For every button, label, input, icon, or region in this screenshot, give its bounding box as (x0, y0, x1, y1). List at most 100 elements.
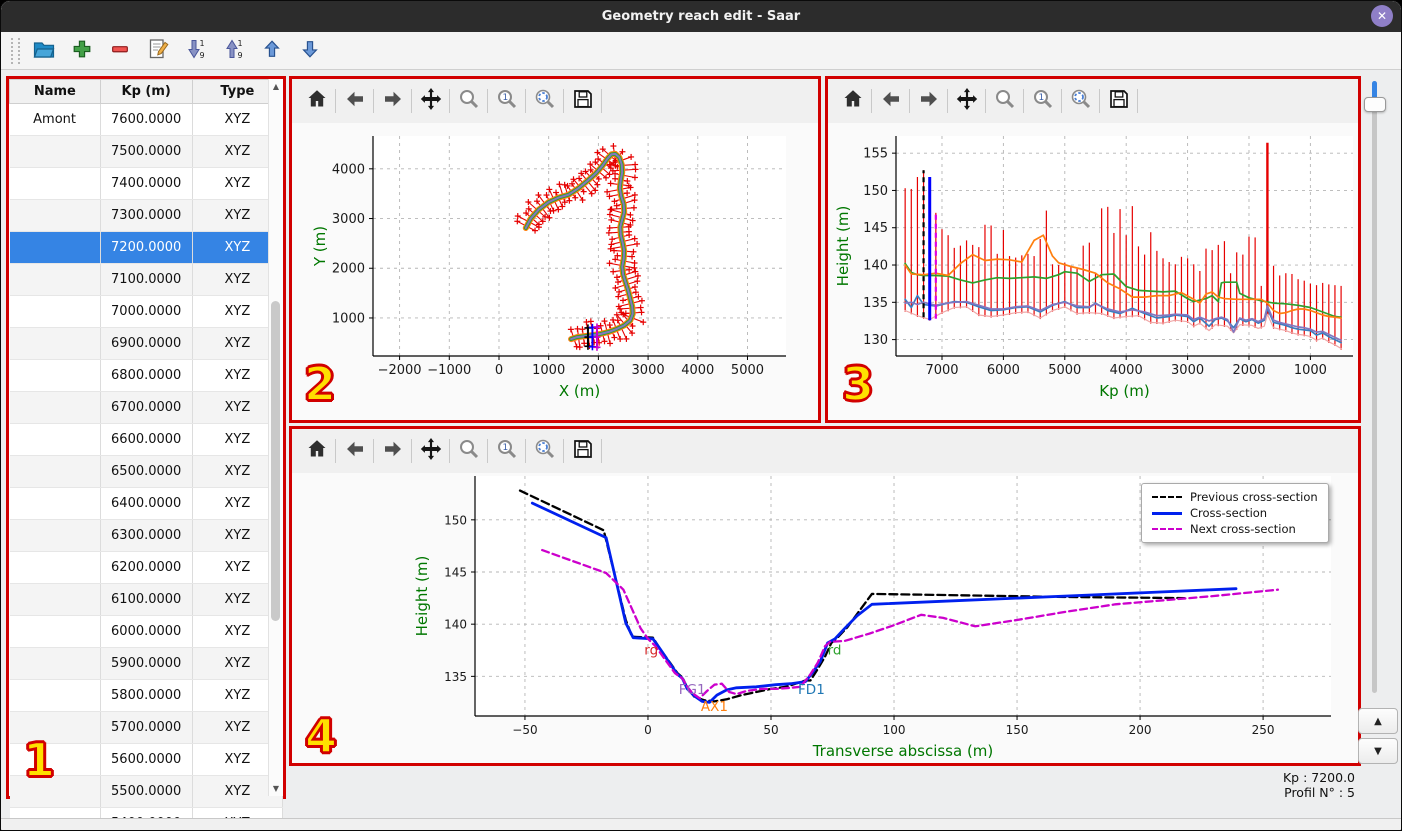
move-profile-down-button[interactable] (296, 37, 323, 64)
zoom-fit-button[interactable] (528, 436, 561, 466)
annotation-badge-1: 1 (22, 733, 56, 787)
move-profile-up-button[interactable] (258, 37, 285, 64)
title-bar[interactable]: Geometry reach edit - Saar ✕ (1, 1, 1401, 32)
scroll-down-icon[interactable]: ▼ (269, 781, 283, 796)
pan-button[interactable] (950, 86, 983, 116)
svg-text:Height (m): Height (m) (413, 556, 431, 637)
profiles-table[interactable]: Name Kp (m) Type Amont 7600.0000 XYZ 7500.000… (9, 79, 284, 830)
table-row[interactable]: 7200.0000 XYZ (9, 231, 284, 264)
table-cell: 7300.0000 (100, 199, 193, 232)
table-cell: 6800.0000 (100, 359, 193, 392)
table-row[interactable]: 6600.0000 XYZ (9, 423, 284, 456)
table-row[interactable]: 6900.0000 XYZ (9, 327, 284, 360)
table-row[interactable]: 6000.0000 XYZ (9, 615, 284, 648)
table-row[interactable]: 5900.0000 XYZ (9, 647, 284, 680)
save-button[interactable] (566, 436, 599, 466)
home-button[interactable] (300, 436, 333, 466)
home-button[interactable] (300, 86, 333, 116)
plan-plot[interactable]: −2000 −1000 0 1000 2000 3000 4000 5000 1000 2000 3… (292, 123, 818, 420)
sort-ascending-button[interactable]: 19 (220, 37, 247, 64)
next-profile-button[interactable]: ▼ (1358, 738, 1398, 764)
table-row[interactable]: Amont 7600.0000 XYZ (9, 103, 284, 136)
profile-slider-handle[interactable] (1364, 97, 1386, 112)
plan-plot-canvas[interactable]: −2000 −1000 0 1000 2000 3000 4000 5000 1000 2000 3… (292, 123, 818, 420)
back-button[interactable] (338, 86, 371, 116)
save-button[interactable] (1102, 86, 1135, 116)
table-cell: 5900.0000 (100, 647, 193, 680)
table-row[interactable]: 7500.0000 XYZ (9, 135, 284, 168)
svg-text:Kp (m): Kp (m) (1099, 382, 1149, 400)
profile-plot[interactable]: 7000 6000 5000 4000 3000 2000 1000 130 135 140 145… (828, 123, 1358, 420)
table-scrollbar-thumb[interactable] (271, 301, 280, 621)
forward-button[interactable] (912, 86, 945, 116)
plan-plot-toolbar: 1 (292, 79, 818, 123)
table-row[interactable]: 6300.0000 XYZ (9, 519, 284, 552)
table-cell (9, 519, 101, 552)
table-cell (9, 487, 101, 520)
back-button[interactable] (338, 436, 371, 466)
zoom-fit-icon (533, 87, 557, 115)
zoom-button[interactable] (452, 86, 485, 116)
close-button[interactable]: ✕ (1371, 5, 1393, 27)
sort-descending-button[interactable]: 19 (182, 37, 209, 64)
save-icon (571, 437, 595, 465)
table-row[interactable]: 7300.0000 XYZ (9, 199, 284, 232)
table-row[interactable]: 5800.0000 XYZ (9, 679, 284, 712)
profile-slider-track[interactable] (1372, 81, 1377, 693)
column-header[interactable]: Kp (m) (99, 79, 193, 104)
column-header[interactable]: Name (9, 79, 101, 104)
table-row[interactable]: 6100.0000 XYZ (9, 583, 284, 616)
table-cell: 7500.0000 (100, 135, 193, 168)
zoom-button[interactable] (452, 436, 485, 466)
svg-text:1000: 1000 (1294, 363, 1327, 378)
edit-profile-button[interactable] (144, 37, 171, 64)
table-row[interactable]: 7100.0000 XYZ (9, 263, 284, 296)
save-button[interactable] (566, 86, 599, 116)
zoom-one-button[interactable]: 1 (490, 86, 523, 116)
cross-section-plot[interactable]: rg FG1 AX1 FD1 rd −50 0 50 100 150 200 250 135 140 145… (292, 473, 1358, 763)
toolbar-separator (985, 89, 986, 113)
arrow-down-icon (299, 38, 321, 64)
table-cell (9, 615, 101, 648)
forward-button[interactable] (376, 436, 409, 466)
pan-icon (418, 436, 444, 466)
add-profile-button[interactable] (68, 37, 95, 64)
table-row[interactable]: 6500.0000 XYZ (9, 455, 284, 488)
table-row[interactable]: 6200.0000 XYZ (9, 551, 284, 584)
back-button[interactable] (874, 86, 907, 116)
zoom-one-button[interactable]: 1 (1026, 86, 1059, 116)
toolbar-grip[interactable] (11, 37, 20, 64)
open-file-button[interactable] (30, 37, 57, 64)
table-row[interactable]: 6700.0000 XYZ (9, 391, 284, 424)
toolbar-separator (1061, 89, 1062, 113)
toolbar-separator (335, 439, 336, 463)
zoom-one-button[interactable]: 1 (490, 436, 523, 466)
edit-icon (146, 37, 170, 65)
svg-text:150: 150 (863, 184, 888, 199)
profile-plot-canvas[interactable]: 7000 6000 5000 4000 3000 2000 1000 130 135 140 145… (828, 123, 1358, 420)
folder-icon (32, 37, 56, 65)
previous-profile-button[interactable]: ▲ (1358, 708, 1398, 734)
table-row[interactable]: 7000.0000 XYZ (9, 295, 284, 328)
table-cell (9, 423, 101, 456)
remove-profile-button[interactable] (106, 37, 133, 64)
svg-text:Height (m): Height (m) (834, 206, 852, 287)
pan-button[interactable] (414, 436, 447, 466)
scroll-up-icon[interactable]: ▲ (269, 79, 283, 94)
home-button[interactable] (836, 86, 869, 116)
table-scrollbar[interactable]: ▲ ▼ (268, 79, 283, 796)
svg-text:135: 135 (863, 296, 888, 311)
zoom-fit-button[interactable] (1064, 86, 1097, 116)
table-row[interactable]: 7400.0000 XYZ (9, 167, 284, 200)
forward-button[interactable] (376, 86, 409, 116)
zoom-fit-button[interactable] (528, 86, 561, 116)
svg-text:1: 1 (199, 39, 204, 48)
table-row[interactable]: 6400.0000 XYZ (9, 487, 284, 520)
zoom-one-icon: 1 (495, 437, 519, 465)
toolbar-separator (335, 89, 336, 113)
pan-button[interactable] (414, 86, 447, 116)
svg-text:5000: 5000 (731, 363, 764, 378)
table-row[interactable]: 6800.0000 XYZ (9, 359, 284, 392)
svg-text:1: 1 (1038, 93, 1044, 103)
zoom-button[interactable] (988, 86, 1021, 116)
